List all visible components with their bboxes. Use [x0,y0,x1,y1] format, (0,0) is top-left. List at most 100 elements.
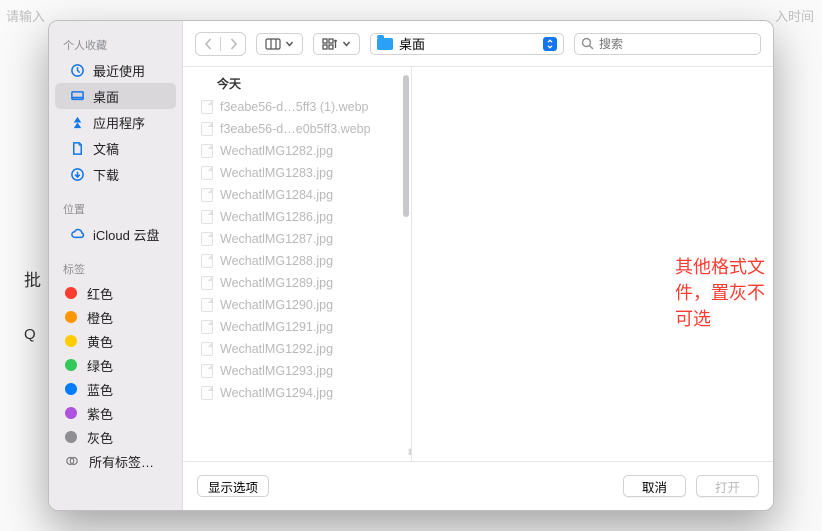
file-icon [201,276,213,290]
file-icon [201,210,213,224]
file-name: f3eabe56-d…e0b5ff3.webp [220,122,371,136]
tags-icon [65,454,79,468]
sidebar-item-label: 下载 [93,165,119,184]
sidebar-tag-2[interactable]: 黄色 [49,329,182,353]
file-name: WechatlMG1284.jpg [220,188,333,202]
sidebar-item-label: iCloud 云盘 [93,225,159,244]
apps-icon [69,114,85,130]
tag-label: 紫色 [87,404,113,423]
path-label: 桌面 [399,34,537,53]
open-button[interactable]: 打开 [696,475,759,497]
sidebar-tag-3[interactable]: 绿色 [49,353,182,377]
file-row: WechatlMG1282.jpg [183,140,403,162]
back-button[interactable] [196,33,220,55]
tags-label: 标签 [49,255,182,281]
open-file-dialog: 个人收藏 最近使用 桌面 应用程序 文稿 下载 位置 iCloud 云盘 标签 … [48,20,774,511]
file-name: WechatlMG1287.jpg [220,232,333,246]
sidebar-item-recents[interactable]: 最近使用 [55,57,176,83]
sidebar-item-documents[interactable]: 文稿 [55,135,176,161]
locations-label: 位置 [49,195,182,221]
file-name: WechatlMG1288.jpg [220,254,333,268]
file-icon [201,232,213,246]
sidebar-tag-0[interactable]: 红色 [49,281,182,305]
tag-dot-icon [65,407,77,419]
sidebar-item-applications[interactable]: 应用程序 [55,109,176,135]
file-browser-body: 今天 f3eabe56-d…5ff3 (1).webp f3eabe56-d…e0… [183,67,773,462]
tag-label: 灰色 [87,428,113,447]
sidebar-item-icloud[interactable]: iCloud 云盘 [55,221,176,247]
file-row: WechatlMG1291.jpg [183,316,403,338]
search-icon [581,37,594,50]
sidebar-tag-6[interactable]: 灰色 [49,425,182,449]
search-field[interactable] [574,33,761,55]
sidebar-tag-1[interactable]: 橙色 [49,305,182,329]
toolbar: 桌面 [183,21,773,67]
tag-label: 绿色 [87,356,113,375]
search-input[interactable] [599,37,754,51]
file-name: WechatlMG1289.jpg [220,276,333,290]
file-row: WechatlMG1288.jpg [183,250,403,272]
nav-back-forward [195,32,246,56]
tag-dot-icon [65,335,77,347]
file-icon [201,144,213,158]
file-icon [201,298,213,312]
tag-label: 红色 [87,284,113,303]
file-icon [201,386,213,400]
file-icon [201,166,213,180]
file-name: WechatlMG1283.jpg [220,166,333,180]
file-icon [201,320,213,334]
scrollbar[interactable] [403,75,409,217]
tag-dot-icon [65,359,77,371]
file-row: f3eabe56-d…e0b5ff3.webp [183,118,403,140]
file-name: WechatlMG1290.jpg [220,298,333,312]
annotation-text: 其他格式文件，置灰不可选 [675,253,773,331]
tag-label: 橙色 [87,308,113,327]
file-row: WechatlMG1284.jpg [183,184,403,206]
bg-left-char: 批 [24,266,41,291]
sidebar-item-desktop[interactable]: 桌面 [55,83,176,109]
preview-column: 其他格式文件，置灰不可选 [411,67,773,461]
file-row: WechatlMG1293.jpg [183,360,403,382]
view-mode-button[interactable] [256,33,303,55]
desktop-icon [69,88,85,104]
file-name: WechatlMG1282.jpg [220,144,333,158]
file-name: f3eabe56-d…5ff3 (1).webp [220,100,368,114]
sidebar-item-label: 所有标签… [89,452,154,471]
column-resize-handle[interactable]: ‖ [408,447,410,457]
path-popup[interactable]: 桌面 [370,33,564,55]
file-icon [201,122,213,136]
tag-dot-icon [65,311,77,323]
bg-q-char: Q [24,326,36,343]
file-row: WechatlMG1294.jpg [183,382,403,404]
sidebar-item-all-tags[interactable]: 所有标签… [49,449,182,473]
file-row: WechatlMG1286.jpg [183,206,403,228]
cancel-button[interactable]: 取消 [623,475,686,497]
cloud-icon [69,226,85,242]
group-header: 今天 [183,67,403,96]
options-button[interactable]: 显示选项 [197,475,269,497]
file-name: WechatlMG1294.jpg [220,386,333,400]
tag-dot-icon [65,287,77,299]
file-row: WechatlMG1292.jpg [183,338,403,360]
folder-icon [377,38,393,50]
dialog-footer: 显示选项 取消 打开 [183,462,773,510]
sidebar-tag-5[interactable]: 紫色 [49,401,182,425]
sidebar-item-label: 最近使用 [93,61,145,80]
sidebar-item-label: 桌面 [93,87,119,106]
group-by-button[interactable] [313,33,360,55]
chevron-updown-icon [543,37,557,51]
sidebar-tag-4[interactable]: 蓝色 [49,377,182,401]
tag-dot-icon [65,383,77,395]
forward-button[interactable] [221,33,245,55]
sidebar-item-label: 文稿 [93,139,119,158]
file-icon [201,188,213,202]
sidebar: 个人收藏 最近使用 桌面 应用程序 文稿 下载 位置 iCloud 云盘 标签 … [49,21,182,510]
sidebar-item-downloads[interactable]: 下载 [55,161,176,187]
file-name: WechatlMG1293.jpg [220,364,333,378]
file-column: 今天 f3eabe56-d…5ff3 (1).webp f3eabe56-d…e0… [183,67,411,461]
document-icon [69,140,85,156]
sidebar-item-label: 应用程序 [93,113,145,132]
clock-icon [69,62,85,78]
file-name: WechatlMG1291.jpg [220,320,333,334]
main-panel: 桌面 今天 f3eabe56-d…5ff3 (1).webp f3eabe56-d… [182,21,773,510]
